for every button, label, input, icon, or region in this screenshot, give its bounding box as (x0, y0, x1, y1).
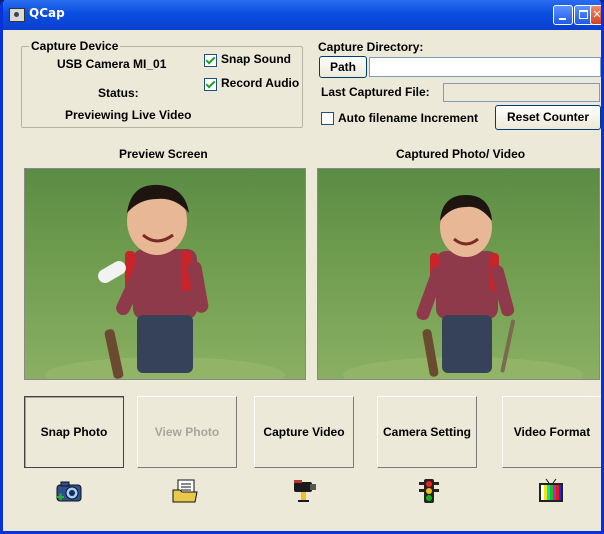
record-audio-checkbox[interactable] (204, 78, 217, 91)
camera-snap-icon (56, 481, 82, 502)
client-area: Capture Device USB Camera MI_01 Status: … (3, 30, 601, 531)
snap-sound-checkbox[interactable] (204, 54, 217, 67)
video-format-button[interactable]: Video Format (502, 396, 601, 468)
captured-photo-video (317, 168, 600, 380)
photo-folder-icon (172, 479, 198, 503)
auto-increment-checkbox[interactable] (321, 112, 334, 125)
path-button[interactable]: Path (319, 56, 367, 78)
capture-video-button[interactable]: Capture Video (254, 396, 354, 468)
status-label: Status: (98, 86, 139, 100)
capture-directory-label: Capture Directory: (318, 40, 424, 54)
traffic-light-icon (419, 479, 439, 503)
color-bars-tv-icon (539, 478, 563, 502)
capture-video-label: Capture Video (263, 425, 345, 439)
captured-image (343, 195, 583, 379)
captured-title: Captured Photo/ Video (396, 147, 526, 161)
window-title: QCap (29, 6, 65, 20)
close-icon: ✕ (592, 8, 602, 21)
auto-increment-label[interactable]: Auto filename Increment (338, 111, 478, 125)
status-value: Previewing Live Video (65, 108, 192, 122)
minimize-icon (559, 18, 566, 20)
close-button[interactable]: ✕ (590, 5, 602, 25)
last-captured-field (443, 83, 600, 102)
last-captured-label: Last Captured File: (321, 85, 430, 99)
device-name: USB Camera MI_01 (57, 57, 167, 71)
maximize-icon (579, 10, 588, 19)
view-photo-button[interactable]: View Photo (137, 396, 237, 468)
video-format-label: Video Format (513, 425, 591, 439)
capture-device-legend: Capture Device (29, 39, 121, 53)
camera-setting-label: Camera Setting (382, 425, 472, 439)
snap-photo-label: Snap Photo (40, 425, 108, 439)
qcap-window: QCap ✕ Capture Device USB Camera MI_01 S… (0, 0, 604, 534)
view-photo-label: View Photo (154, 425, 220, 439)
app-camera-icon (9, 8, 25, 22)
snap-photo-button[interactable]: Snap Photo (24, 396, 124, 468)
preview-screen (24, 168, 306, 380)
live-preview-image (45, 184, 285, 379)
camera-setting-button[interactable]: Camera Setting (377, 396, 477, 468)
title-bar[interactable]: QCap ✕ (3, 0, 601, 30)
video-camera-icon (294, 480, 316, 502)
snap-sound-label[interactable]: Snap Sound (221, 52, 291, 66)
reset-counter-button[interactable]: Reset Counter (495, 105, 601, 130)
record-audio-label[interactable]: Record Audio (221, 76, 299, 90)
minimize-button[interactable] (553, 5, 573, 25)
preview-screen-title: Preview Screen (119, 147, 208, 161)
path-field[interactable] (369, 57, 601, 77)
